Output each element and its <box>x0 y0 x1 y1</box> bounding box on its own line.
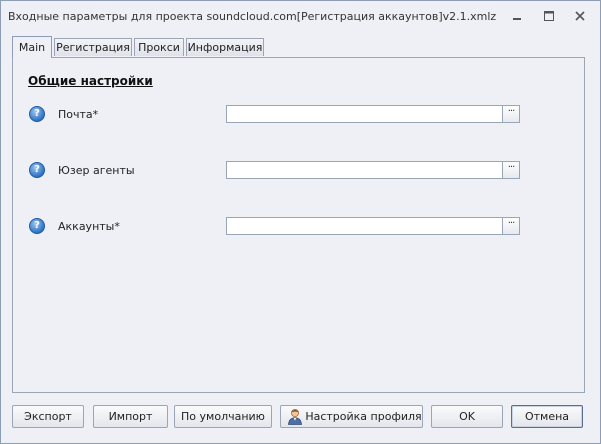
minimize-button[interactable] <box>506 7 528 25</box>
help-icon[interactable]: ? <box>29 162 45 178</box>
accounts-browse-button[interactable]: ··· <box>502 217 520 235</box>
user-agents-browse-button[interactable]: ··· <box>502 161 520 179</box>
field-label-accounts: Аккаунты* <box>58 220 120 233</box>
field-label-email: Почта* <box>58 108 99 121</box>
email-browse-button[interactable]: ··· <box>502 105 520 123</box>
maximize-button[interactable] <box>538 7 560 25</box>
window-title: Входные параметры для проекта soundcloud… <box>8 10 497 23</box>
profile-settings-button[interactable]: Настройка профиля <box>280 405 423 428</box>
user-agents-field[interactable] <box>226 161 503 179</box>
close-button[interactable] <box>569 7 591 25</box>
user-profile-icon <box>288 409 302 425</box>
export-button[interactable]: Экспорт <box>12 405 84 428</box>
tab-proxy[interactable]: Прокси <box>134 38 184 56</box>
tab-registration[interactable]: Регистрация <box>54 38 132 56</box>
import-button[interactable]: Импорт <box>93 405 168 428</box>
cancel-button[interactable]: Отмена <box>511 405 583 428</box>
title-bar: Входные параметры для проекта soundcloud… <box>1 1 600 32</box>
tab-info[interactable]: Информация <box>186 38 264 56</box>
minimize-icon <box>513 18 521 20</box>
tab-main[interactable]: Main <box>12 36 52 58</box>
maximize-icon <box>544 11 554 21</box>
dialog-window: Входные параметры для проекта soundcloud… <box>0 0 601 444</box>
profile-settings-label: Настройка профиля <box>305 410 422 423</box>
field-label-user-agents: Юзер агенты <box>58 164 135 177</box>
defaults-button[interactable]: По умолчанию <box>174 405 272 428</box>
section-title: Общие настройки <box>28 74 153 88</box>
ok-button[interactable]: OK <box>431 405 503 428</box>
help-icon[interactable]: ? <box>29 218 45 234</box>
close-icon <box>575 11 585 21</box>
email-field[interactable] <box>226 105 503 123</box>
tab-panel-main: Общие настройки ? Почта* ··· ? Юзер аген… <box>12 57 585 393</box>
accounts-field[interactable] <box>226 217 503 235</box>
help-icon[interactable]: ? <box>29 106 45 122</box>
